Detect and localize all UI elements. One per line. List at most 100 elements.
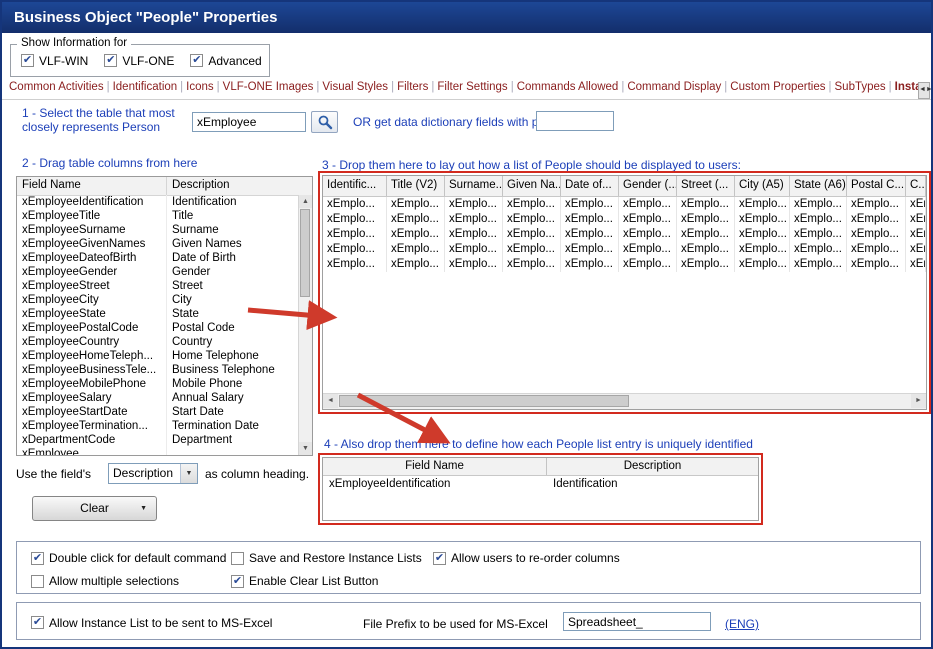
table-row[interactable]: xEmployee...: [17, 447, 299, 455]
checkbox-box[interactable]: [31, 575, 44, 588]
grid-column-header-surname[interactable]: Surname...: [445, 176, 503, 196]
table-row[interactable]: xEmployeeGenderGender: [17, 265, 299, 279]
cell-description: [167, 447, 299, 455]
display-columns-grid[interactable]: Identific...Title (V2)Surname...Given Na…: [322, 175, 927, 410]
grid-cell: xEmplo...: [735, 257, 790, 272]
vertical-scrollbar[interactable]: ▲ ▼: [298, 195, 312, 455]
grid-column-header-c[interactable]: C...: [906, 176, 926, 196]
grid-column-header-date-of[interactable]: Date of...: [561, 176, 619, 196]
tab-commands-allowed[interactable]: Commands Allowed: [514, 81, 622, 93]
tab-filter-settings[interactable]: Filter Settings: [434, 81, 510, 93]
checkbox-box[interactable]: ✔: [433, 552, 446, 565]
clear-dropdown-arrow-icon[interactable]: ▼: [140, 497, 147, 520]
table-row[interactable]: xEmployeeMobilePhoneMobile Phone: [17, 377, 299, 391]
cell-description: Start Date: [167, 405, 299, 419]
cell-field-name: xEmployeeHomeTeleph...: [17, 349, 167, 363]
checkbox-box[interactable]: ✔: [31, 616, 44, 629]
scroll-up-arrow[interactable]: ▲: [299, 195, 312, 208]
grid-cell: xEmplo...: [677, 197, 735, 212]
table-row[interactable]: xEmployeeDateofBirthDate of Birth: [17, 251, 299, 265]
scroll-down-arrow[interactable]: ▼: [299, 442, 312, 455]
tab-filters[interactable]: Filters: [394, 81, 431, 93]
table-row[interactable]: xEmployeeCityCity: [17, 293, 299, 307]
table-row[interactable]: xEmployeeTermination...Termination Date: [17, 419, 299, 433]
checkbox-advanced[interactable]: ✔ Advanced: [190, 54, 261, 68]
table-row[interactable]: xEmployeeSurnameSurname: [17, 223, 299, 237]
grid-column-header-postal-c[interactable]: Postal C...: [847, 176, 906, 196]
table-row[interactable]: xEmployeeStartDateStart Date: [17, 405, 299, 419]
checkbox-box[interactable]: ✔: [104, 54, 117, 67]
checkbox-vlf-one[interactable]: ✔VLF-ONE: [104, 54, 174, 68]
checkbox-enable-clear-list-button[interactable]: ✔Enable Clear List Button: [231, 574, 433, 588]
table-row[interactable]: xEmplo...xEmplo...xEmplo...xEmplo...xEmp…: [323, 197, 926, 212]
tab-icons[interactable]: Icons: [183, 81, 217, 93]
key-fields-grid[interactable]: Field Name Description xEmployeeIdentifi…: [322, 457, 759, 521]
hscroll-thumb[interactable]: [339, 395, 629, 407]
key-grid-rows: xEmployeeIdentificationIdentification: [323, 476, 758, 492]
column-header-description[interactable]: Description: [547, 458, 758, 475]
table-name-input[interactable]: [192, 112, 306, 132]
checkbox-allow-instance-list-to-be-sent-to-ms-excel[interactable]: ✔ Allow Instance List to be sent to MS-Ex…: [31, 616, 272, 630]
checkbox-save-and-restore-instance-lists[interactable]: Save and Restore Instance Lists: [231, 551, 433, 565]
grid-column-header-identific[interactable]: Identific...: [323, 176, 387, 196]
table-row[interactable]: xEmplo...xEmplo...xEmplo...xEmplo...xEmp…: [323, 212, 926, 227]
table-row[interactable]: xEmployeeIdentificationIdentification: [17, 195, 299, 209]
tab-subtypes[interactable]: SubTypes: [832, 81, 889, 93]
grid-column-header-gender[interactable]: Gender (...: [619, 176, 677, 196]
column-heading-dropdown[interactable]: Description ▼: [108, 463, 198, 484]
scroll-left-arrow[interactable]: ◄: [323, 394, 338, 408]
tab-custom-properties[interactable]: Custom Properties: [727, 81, 828, 93]
checkbox-vlf-win[interactable]: ✔VLF-WIN: [21, 54, 88, 68]
table-row[interactable]: xEmployeeGivenNamesGiven Names: [17, 237, 299, 251]
table-row[interactable]: xEmplo...xEmplo...xEmplo...xEmplo...xEmp…: [323, 242, 926, 257]
checkbox-box[interactable]: ✔: [231, 575, 244, 588]
checkbox-box[interactable]: ✔: [21, 54, 34, 67]
checkbox-label: Allow Instance List to be sent to MS-Exc…: [49, 616, 272, 630]
tab-vlf-one-images[interactable]: VLF-ONE Images: [220, 81, 317, 93]
chevron-down-icon[interactable]: ▼: [180, 464, 197, 483]
table-row[interactable]: xEmployeeCountryCountry: [17, 335, 299, 349]
checkbox-box[interactable]: [231, 552, 244, 565]
cell-description: Business Telephone: [167, 363, 299, 377]
checkbox-label: Advanced: [208, 54, 261, 68]
grid-column-header-state-a6[interactable]: State (A6): [790, 176, 847, 196]
checkbox-allow-multiple-selections[interactable]: Allow multiple selections: [31, 574, 231, 588]
checkbox-double-click-for-default-command[interactable]: ✔Double click for default command: [31, 551, 231, 565]
column-header-field-name[interactable]: Field Name: [17, 177, 167, 195]
tab-scroll-control[interactable]: ◄►: [918, 82, 930, 99]
table-row[interactable]: xEmployeeStateState: [17, 307, 299, 321]
tab-identification[interactable]: Identification: [110, 81, 181, 93]
table-row[interactable]: xEmplo...xEmplo...xEmplo...xEmplo...xEmp…: [323, 227, 926, 242]
grid-column-header-street[interactable]: Street (...: [677, 176, 735, 196]
column-header-description[interactable]: Description: [167, 177, 312, 195]
search-table-button[interactable]: [311, 111, 338, 133]
grid-column-header-given-na[interactable]: Given Na...: [503, 176, 561, 196]
table-row[interactable]: xEmployeeIdentificationIdentification: [323, 476, 758, 492]
table-row[interactable]: xEmployeePostalCodePostal Code: [17, 321, 299, 335]
checkbox-box[interactable]: ✔: [190, 54, 203, 67]
tab-visual-styles[interactable]: Visual Styles: [319, 81, 391, 93]
language-link[interactable]: (ENG): [725, 617, 759, 631]
checkbox-box[interactable]: ✔: [31, 552, 44, 565]
grid-cell: xEmplo...: [735, 242, 790, 257]
grid-column-header-title-v2[interactable]: Title (V2): [387, 176, 445, 196]
horizontal-scrollbar[interactable]: ◄ ►: [323, 393, 926, 409]
dictionary-prefix-input[interactable]: [536, 111, 614, 131]
grid-column-header-city-a5[interactable]: City (A5): [735, 176, 790, 196]
table-row[interactable]: xEmployeeHomeTeleph...Home Telephone: [17, 349, 299, 363]
tab-command-display[interactable]: Command Display: [624, 81, 724, 93]
scroll-thumb[interactable]: [300, 209, 310, 297]
tab-common-activities[interactable]: Common Activities: [6, 81, 107, 93]
table-row[interactable]: xEmployeeTitleTitle: [17, 209, 299, 223]
scroll-right-arrow[interactable]: ►: [911, 394, 926, 408]
table-row[interactable]: xDepartmentCodeDepartment: [17, 433, 299, 447]
clear-button[interactable]: Clear ▼: [32, 496, 157, 521]
table-row[interactable]: xEmployeeBusinessTele...Business Telepho…: [17, 363, 299, 377]
file-prefix-input[interactable]: [563, 612, 711, 631]
checkbox-allow-users-to-re-order-columns[interactable]: ✔Allow users to re-order columns: [433, 551, 920, 565]
field-list-header: Field Name Description: [17, 177, 312, 196]
table-row[interactable]: xEmplo...xEmplo...xEmplo...xEmplo...xEmp…: [323, 257, 926, 272]
table-row[interactable]: xEmployeeSalaryAnnual Salary: [17, 391, 299, 405]
table-row[interactable]: xEmployeeStreetStreet: [17, 279, 299, 293]
column-header-field-name[interactable]: Field Name: [323, 458, 547, 475]
